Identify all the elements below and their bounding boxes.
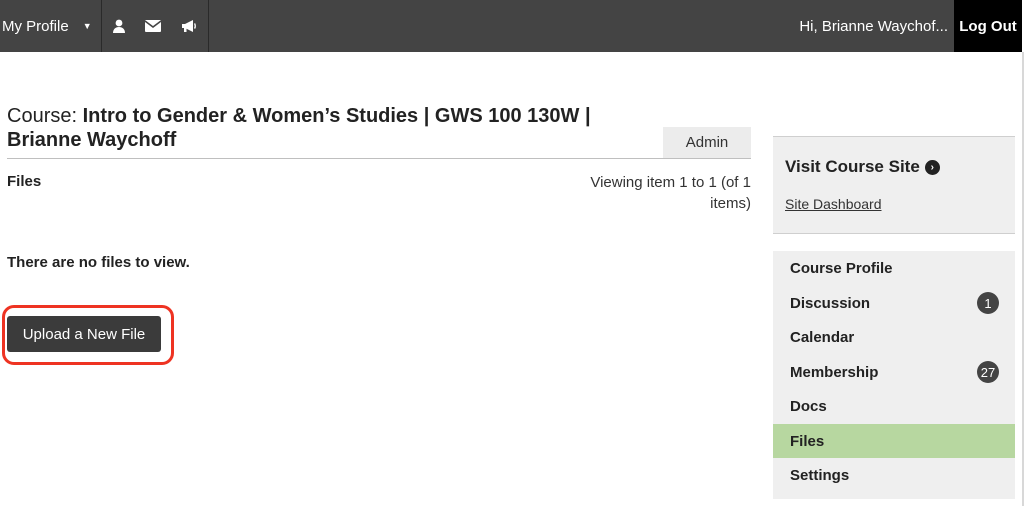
files-heading: Files xyxy=(7,173,42,190)
megaphone-icon[interactable] xyxy=(174,0,204,52)
nav-item-label: Calendar xyxy=(790,328,855,346)
site-dashboard-link[interactable]: Site Dashboard xyxy=(785,196,882,212)
page-title: Course: Intro to Gender & Women’s Studie… xyxy=(7,104,607,152)
envelope-icon[interactable] xyxy=(138,0,168,52)
visit-course-site-panel: Visit Course Site › Site Dashboard xyxy=(773,136,1015,234)
chevron-right-circle-icon: › xyxy=(924,159,940,175)
my-profile-label: My Profile xyxy=(2,17,69,35)
nav-item-docs[interactable]: Docs xyxy=(773,389,1015,423)
nav-item-label: Membership xyxy=(790,363,879,381)
course-nav-menu: Course Profile Discussion 1 Calendar Mem… xyxy=(773,251,1015,499)
title-divider xyxy=(7,158,751,159)
nav-item-calendar[interactable]: Calendar xyxy=(773,320,1015,354)
upload-new-file-button[interactable]: Upload a New File xyxy=(7,316,161,352)
log-out-button[interactable]: Log Out xyxy=(954,0,1022,52)
admin-tab[interactable]: Admin xyxy=(663,127,751,158)
user-icon[interactable] xyxy=(104,0,134,52)
pagination-count: Viewing item 1 to 1 (of 1 items) xyxy=(590,174,751,212)
course-name-line2: Brianne Waychoff xyxy=(7,129,177,151)
course-name-line1: Intro to Gender & Women’s Studies | GWS … xyxy=(82,105,591,127)
nav-item-label: Discussion xyxy=(790,294,871,312)
visit-course-site-link[interactable]: Visit Course Site › xyxy=(785,157,940,177)
nav-item-files[interactable]: Files xyxy=(773,424,1015,458)
course-prefix: Course: xyxy=(7,105,78,127)
nav-item-label: Settings xyxy=(790,466,850,484)
visit-course-site-label: Visit Course Site xyxy=(785,157,920,176)
nav-item-label: Files xyxy=(790,432,825,450)
topbar-divider xyxy=(101,0,102,52)
top-navigation-bar: My Profile ▼ Hi, Brianne Waychof... Log … xyxy=(0,0,1022,52)
nav-item-membership[interactable]: Membership 27 xyxy=(773,355,1015,389)
my-profile-menu[interactable]: My Profile ▼ xyxy=(0,0,102,52)
nav-item-label: Docs xyxy=(790,397,827,415)
discussion-count-badge: 1 xyxy=(977,292,999,314)
user-greeting[interactable]: Hi, Brianne Waychof... xyxy=(799,0,948,52)
nav-item-label: Course Profile xyxy=(790,259,893,277)
caret-down-icon: ▼ xyxy=(82,21,92,31)
topbar-divider xyxy=(208,0,209,52)
nav-item-settings[interactable]: Settings xyxy=(773,458,1015,492)
empty-files-message: There are no files to view. xyxy=(7,254,190,271)
nav-item-course-profile[interactable]: Course Profile xyxy=(773,251,1015,285)
nav-item-discussion[interactable]: Discussion 1 xyxy=(773,286,1015,320)
membership-count-badge: 27 xyxy=(977,361,999,383)
